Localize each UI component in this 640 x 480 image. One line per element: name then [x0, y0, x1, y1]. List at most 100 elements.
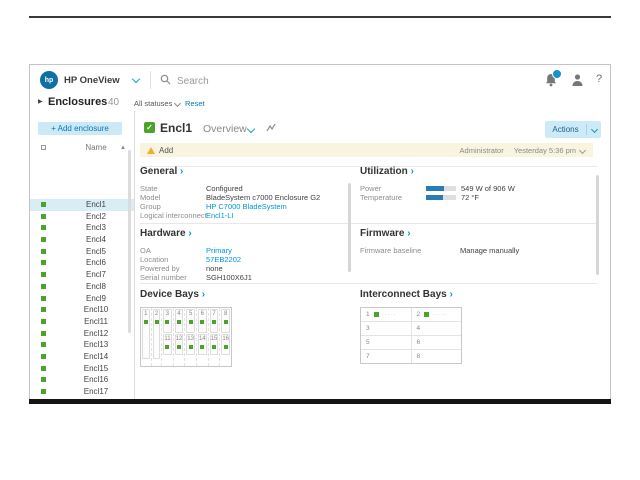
hardware-section-title[interactable]: Hardware › [140, 228, 346, 239]
device-bay[interactable]: 2 [153, 309, 161, 359]
field-row: Logical interconnectEncl1-LI [140, 211, 346, 220]
sort-ascending-icon[interactable]: ▲ [120, 145, 126, 151]
utilization-section-title[interactable]: Utilization › [360, 166, 594, 177]
interconnect-bay[interactable]: 2····· [412, 308, 462, 321]
device-bays-section: Device Bays › 1 2 311 412 513 614 715 81… [140, 289, 346, 367]
reset-filter-link[interactable]: Reset [185, 99, 205, 108]
device-bay[interactable]: 16 [221, 334, 230, 355]
screenshot-stage: hp HP OneView ? ▶ Enclosures 40 All stat… [0, 0, 640, 480]
enclosure-list-item[interactable]: Encl10 [30, 304, 134, 316]
enclosure-count: 40 [108, 97, 119, 108]
expand-menu-icon[interactable]: ▶ [38, 98, 43, 105]
activity-flyout-icon[interactable] [266, 123, 276, 133]
enclosure-group-link[interactable]: HP C7000 BladeSystem [206, 202, 287, 211]
status-ok-icon [144, 320, 148, 324]
status-ok-icon [224, 345, 228, 349]
utilization-row: Power 549 W of 906 W [360, 184, 594, 193]
enclosure-list-item[interactable]: Encl11 [30, 316, 134, 328]
topbar-divider [150, 71, 151, 89]
view-selector[interactable]: Overview [203, 123, 247, 135]
user-icon[interactable] [571, 73, 584, 87]
enclosure-list-item[interactable]: Encl17 [30, 386, 134, 398]
section-divider [140, 283, 597, 284]
sidebar-scrollbar[interactable] [128, 150, 131, 333]
interconnect-bays-section-title[interactable]: Interconnect Bays › [360, 289, 594, 300]
status-ok-icon [165, 345, 169, 349]
temperature-utilization-bar [426, 195, 456, 200]
status-ok-check-icon: ✓ [144, 122, 155, 133]
device-bay[interactable]: 11 [163, 334, 171, 355]
enclosure-list-item[interactable]: Encl3 [30, 222, 134, 234]
enclosure-list-item[interactable]: Encl14 [30, 351, 134, 363]
top-bar: hp HP OneView ? [30, 65, 610, 96]
name-column-header[interactable]: Name [70, 143, 122, 152]
utilization-row: Temperature 72 °F [360, 193, 594, 202]
device-bays-diagram: 1 2 311 412 513 614 715 816 [140, 307, 232, 367]
section-arrow-icon: › [411, 166, 414, 177]
status-ok-icon [41, 225, 46, 230]
bay-column: 513 [185, 308, 197, 366]
notification-chevron-icon[interactable] [579, 146, 586, 153]
firmware-section-title[interactable]: Firmware › [360, 228, 594, 239]
enclosure-list-item[interactable]: Encl13 [30, 339, 134, 351]
enclosure-list-item[interactable]: Encl1 [30, 199, 134, 211]
search-icon [160, 74, 171, 85]
enclosure-list-item[interactable]: Encl7 [30, 269, 134, 281]
status-ok-icon [41, 296, 46, 301]
device-bay[interactable]: 3 [163, 309, 171, 333]
device-bay[interactable]: 15 [210, 334, 219, 355]
interconnect-row: 3 4 [361, 322, 461, 336]
status-ok-icon [41, 389, 46, 394]
hardware-section: Hardware › OAPrimary Location57EB2202 Po… [140, 228, 346, 282]
help-button[interactable]: ? [596, 73, 602, 85]
device-bay[interactable]: 8 [221, 309, 230, 333]
interconnect-bays-table: 1····· 2····· 3 4 5 6 7 8 [360, 307, 462, 364]
notification-bar[interactable]: Add Administrator Yesterday 5:36 pm [140, 143, 593, 157]
device-bays-section-title[interactable]: Device Bays › [140, 289, 346, 300]
bay-column: 614 [197, 308, 209, 366]
device-bay[interactable]: 4 [175, 309, 184, 333]
status-filter-dropdown[interactable]: All statuses [134, 99, 172, 108]
firmware-section: Firmware › Firmware baselineManage manua… [360, 228, 594, 255]
bay-column: 2 [152, 308, 163, 366]
status-ok-icon [41, 377, 46, 382]
section-arrow-icon: › [407, 228, 410, 239]
device-bay[interactable]: 14 [198, 334, 207, 355]
location-link[interactable]: 57EB2202 [206, 255, 241, 264]
search-input[interactable] [175, 72, 519, 90]
interconnect-bay[interactable]: 1····· [361, 308, 412, 321]
actions-chevron-icon[interactable] [587, 127, 601, 132]
status-ok-icon [41, 272, 46, 277]
device-bay[interactable]: 7 [210, 309, 219, 333]
add-enclosure-button[interactable]: + Add enclosure [38, 122, 122, 135]
enclosure-list-item[interactable]: Encl8 [30, 281, 134, 293]
device-bay[interactable]: 5 [186, 309, 195, 333]
bay-column: 715 [209, 308, 221, 366]
interconnect-bay-empty: 5 [361, 336, 412, 349]
main-menu-chevron-icon[interactable] [132, 75, 140, 83]
alerts-badge [552, 69, 562, 79]
status-ok-icon [41, 366, 46, 371]
device-bay[interactable]: 12 [175, 334, 184, 355]
enclosure-list-item[interactable]: Encl4 [30, 234, 134, 246]
logical-interconnect-link[interactable]: Encl1-LI [206, 211, 234, 220]
device-bay[interactable]: 6 [198, 309, 207, 333]
view-selector-chevron-icon[interactable] [247, 125, 255, 133]
status-ok-icon [212, 320, 216, 324]
status-filter-chevron-icon [174, 100, 181, 107]
device-bay[interactable]: 1 [142, 309, 150, 359]
left-column-scrollbar[interactable] [348, 183, 351, 272]
interconnect-bays-section: Interconnect Bays › 1····· 2····· 3 4 5 … [360, 289, 594, 364]
device-bay[interactable]: 13 [186, 334, 195, 355]
utilization-section: Utilization › Power 549 W of 906 W Tempe… [360, 166, 594, 202]
interconnect-bay-empty: 4 [412, 322, 462, 335]
general-section-title[interactable]: General › [140, 166, 346, 177]
oa-link[interactable]: Primary [206, 246, 232, 255]
enclosure-list-item[interactable]: Encl16 [30, 374, 134, 386]
notification-user: Administrator [460, 146, 504, 155]
status-ok-icon [155, 320, 159, 324]
enclosure-list-item[interactable]: Encl6 [30, 257, 134, 269]
right-column-scrollbar[interactable] [596, 175, 599, 275]
section-arrow-icon: › [202, 289, 205, 300]
actions-button[interactable]: Actions [545, 121, 601, 138]
